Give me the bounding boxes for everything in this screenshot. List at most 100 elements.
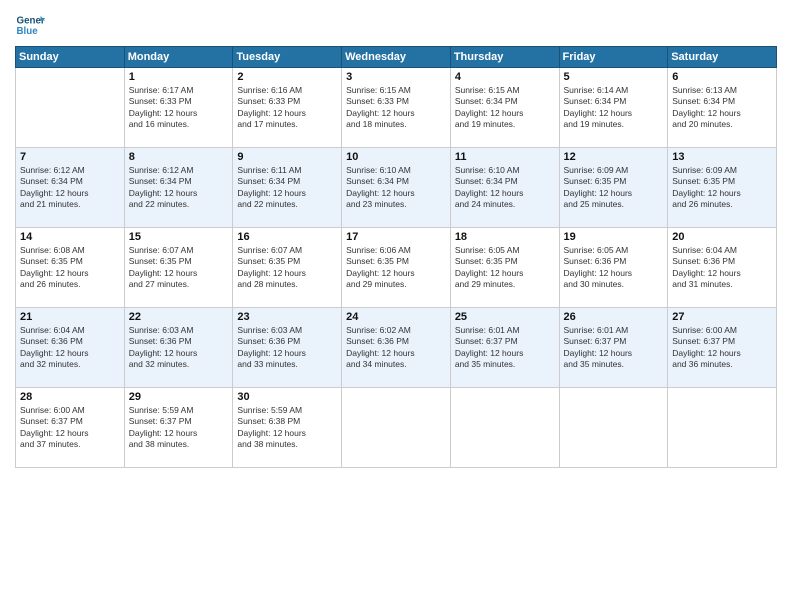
day-info: Sunrise: 6:15 AMSunset: 6:34 PMDaylight:… — [455, 85, 555, 131]
svg-text:Blue: Blue — [17, 26, 39, 37]
calendar-cell: 2 Sunrise: 6:16 AMSunset: 6:33 PMDaylight… — [233, 68, 342, 148]
day-number: 13 — [672, 151, 772, 163]
day-number: 5 — [564, 71, 664, 83]
calendar-cell: 9 Sunrise: 6:11 AMSunset: 6:34 PMDaylight… — [233, 148, 342, 228]
logo-icon: General Blue — [15, 10, 45, 40]
calendar-cell: 19 Sunrise: 6:05 AMSunset: 6:36 PMDayligh… — [559, 228, 668, 308]
day-number: 21 — [20, 311, 120, 323]
header: General Blue — [15, 10, 777, 40]
day-number: 4 — [455, 71, 555, 83]
day-info: Sunrise: 6:01 AMSunset: 6:37 PMDaylight:… — [564, 325, 664, 371]
day-number: 30 — [237, 391, 337, 403]
day-info: Sunrise: 6:04 AMSunset: 6:36 PMDaylight:… — [20, 325, 120, 371]
calendar-cell: 21 Sunrise: 6:04 AMSunset: 6:36 PMDayligh… — [16, 308, 125, 388]
day-number: 12 — [564, 151, 664, 163]
day-info: Sunrise: 6:03 AMSunset: 6:36 PMDaylight:… — [129, 325, 229, 371]
day-number: 20 — [672, 231, 772, 243]
day-info: Sunrise: 6:10 AMSunset: 6:34 PMDaylight:… — [455, 165, 555, 211]
week-row-3: 14 Sunrise: 6:08 AMSunset: 6:35 PMDayligh… — [16, 228, 777, 308]
calendar-cell: 17 Sunrise: 6:06 AMSunset: 6:35 PMDayligh… — [342, 228, 451, 308]
calendar-cell: 29 Sunrise: 5:59 AMSunset: 6:37 PMDayligh… — [124, 388, 233, 468]
day-header-saturday: Saturday — [668, 47, 777, 68]
calendar-cell: 7 Sunrise: 6:12 AMSunset: 6:34 PMDaylight… — [16, 148, 125, 228]
calendar-cell: 27 Sunrise: 6:00 AMSunset: 6:37 PMDayligh… — [668, 308, 777, 388]
day-info: Sunrise: 6:16 AMSunset: 6:33 PMDaylight:… — [237, 85, 337, 131]
calendar-cell: 3 Sunrise: 6:15 AMSunset: 6:33 PMDaylight… — [342, 68, 451, 148]
day-number: 18 — [455, 231, 555, 243]
day-number: 17 — [346, 231, 446, 243]
day-info: Sunrise: 6:12 AMSunset: 6:34 PMDaylight:… — [20, 165, 120, 211]
week-row-5: 28 Sunrise: 6:00 AMSunset: 6:37 PMDayligh… — [16, 388, 777, 468]
day-info: Sunrise: 6:07 AMSunset: 6:35 PMDaylight:… — [129, 245, 229, 291]
day-info: Sunrise: 6:15 AMSunset: 6:33 PMDaylight:… — [346, 85, 446, 131]
calendar-cell: 24 Sunrise: 6:02 AMSunset: 6:36 PMDayligh… — [342, 308, 451, 388]
day-number: 8 — [129, 151, 229, 163]
calendar-cell: 20Sunrise: 6:04 AMSunset: 6:36 PMDayligh… — [668, 228, 777, 308]
calendar-cell — [16, 68, 125, 148]
day-number: 14 — [20, 231, 120, 243]
day-info: Sunrise: 6:07 AMSunset: 6:35 PMDaylight:… — [237, 245, 337, 291]
day-number: 23 — [237, 311, 337, 323]
day-number: 7 — [20, 151, 120, 163]
day-info: Sunrise: 6:09 AMSunset: 6:35 PMDaylight:… — [672, 165, 772, 211]
day-number: 10 — [346, 151, 446, 163]
day-header-friday: Friday — [559, 47, 668, 68]
day-info: Sunrise: 6:00 AMSunset: 6:37 PMDaylight:… — [672, 325, 772, 371]
calendar-cell: 12 Sunrise: 6:09 AMSunset: 6:35 PMDayligh… — [559, 148, 668, 228]
day-info: Sunrise: 6:00 AMSunset: 6:37 PMDaylight:… — [20, 405, 120, 451]
calendar-cell: 11Sunrise: 6:10 AMSunset: 6:34 PMDayligh… — [450, 148, 559, 228]
day-number: 3 — [346, 71, 446, 83]
calendar-cell: 1 Sunrise: 6:17 AMSunset: 6:33 PMDaylight… — [124, 68, 233, 148]
day-info: Sunrise: 6:02 AMSunset: 6:36 PMDaylight:… — [346, 325, 446, 371]
day-number: 28 — [20, 391, 120, 403]
day-number: 9 — [237, 151, 337, 163]
week-row-1: 1 Sunrise: 6:17 AMSunset: 6:33 PMDaylight… — [16, 68, 777, 148]
day-info: Sunrise: 6:06 AMSunset: 6:35 PMDaylight:… — [346, 245, 446, 291]
day-header-tuesday: Tuesday — [233, 47, 342, 68]
day-info: Sunrise: 5:59 AMSunset: 6:37 PMDaylight:… — [129, 405, 229, 451]
calendar-table: SundayMondayTuesdayWednesdayThursdayFrid… — [15, 46, 777, 468]
day-number: 24 — [346, 311, 446, 323]
day-info: Sunrise: 6:14 AMSunset: 6:34 PMDaylight:… — [564, 85, 664, 131]
day-header-wednesday: Wednesday — [342, 47, 451, 68]
day-info: Sunrise: 6:03 AMSunset: 6:36 PMDaylight:… — [237, 325, 337, 371]
calendar-cell: 15 Sunrise: 6:07 AMSunset: 6:35 PMDayligh… — [124, 228, 233, 308]
logo: General Blue — [15, 10, 47, 40]
calendar-cell: 26 Sunrise: 6:01 AMSunset: 6:37 PMDayligh… — [559, 308, 668, 388]
day-number: 1 — [129, 71, 229, 83]
calendar-cell: 5 Sunrise: 6:14 AMSunset: 6:34 PMDaylight… — [559, 68, 668, 148]
day-info: Sunrise: 6:11 AMSunset: 6:34 PMDaylight:… — [237, 165, 337, 211]
calendar-cell: 8 Sunrise: 6:12 AMSunset: 6:34 PMDaylight… — [124, 148, 233, 228]
calendar-cell — [450, 388, 559, 468]
day-info: Sunrise: 6:17 AMSunset: 6:33 PMDaylight:… — [129, 85, 229, 131]
day-number: 19 — [564, 231, 664, 243]
day-number: 6 — [672, 71, 772, 83]
day-info: Sunrise: 6:12 AMSunset: 6:34 PMDaylight:… — [129, 165, 229, 211]
calendar-cell: 16 Sunrise: 6:07 AMSunset: 6:35 PMDayligh… — [233, 228, 342, 308]
day-number: 16 — [237, 231, 337, 243]
day-number: 29 — [129, 391, 229, 403]
week-row-2: 7 Sunrise: 6:12 AMSunset: 6:34 PMDaylight… — [16, 148, 777, 228]
calendar-cell: 30 Sunrise: 5:59 AMSunset: 6:38 PMDayligh… — [233, 388, 342, 468]
calendar-cell: 22Sunrise: 6:03 AMSunset: 6:36 PMDayligh… — [124, 308, 233, 388]
day-number: 27 — [672, 311, 772, 323]
day-info: Sunrise: 6:05 AMSunset: 6:36 PMDaylight:… — [564, 245, 664, 291]
day-info: Sunrise: 6:13 AMSunset: 6:34 PMDaylight:… — [672, 85, 772, 131]
calendar-cell — [668, 388, 777, 468]
day-info: Sunrise: 5:59 AMSunset: 6:38 PMDaylight:… — [237, 405, 337, 451]
day-info: Sunrise: 6:09 AMSunset: 6:35 PMDaylight:… — [564, 165, 664, 211]
calendar-cell: 25Sunrise: 6:01 AMSunset: 6:37 PMDayligh… — [450, 308, 559, 388]
calendar-cell — [342, 388, 451, 468]
day-number: 2 — [237, 71, 337, 83]
day-number: 15 — [129, 231, 229, 243]
page: General Blue SundayMondayTuesdayWednesda… — [0, 0, 792, 612]
day-number: 26 — [564, 311, 664, 323]
day-header-thursday: Thursday — [450, 47, 559, 68]
calendar-cell: 18 Sunrise: 6:05 AMSunset: 6:35 PMDayligh… — [450, 228, 559, 308]
day-info: Sunrise: 6:05 AMSunset: 6:35 PMDaylight:… — [455, 245, 555, 291]
calendar-cell: 6 Sunrise: 6:13 AMSunset: 6:34 PMDaylight… — [668, 68, 777, 148]
header-row: SundayMondayTuesdayWednesdayThursdayFrid… — [16, 47, 777, 68]
calendar-cell — [559, 388, 668, 468]
calendar-cell: 13 Sunrise: 6:09 AMSunset: 6:35 PMDayligh… — [668, 148, 777, 228]
day-info: Sunrise: 6:08 AMSunset: 6:35 PMDaylight:… — [20, 245, 120, 291]
